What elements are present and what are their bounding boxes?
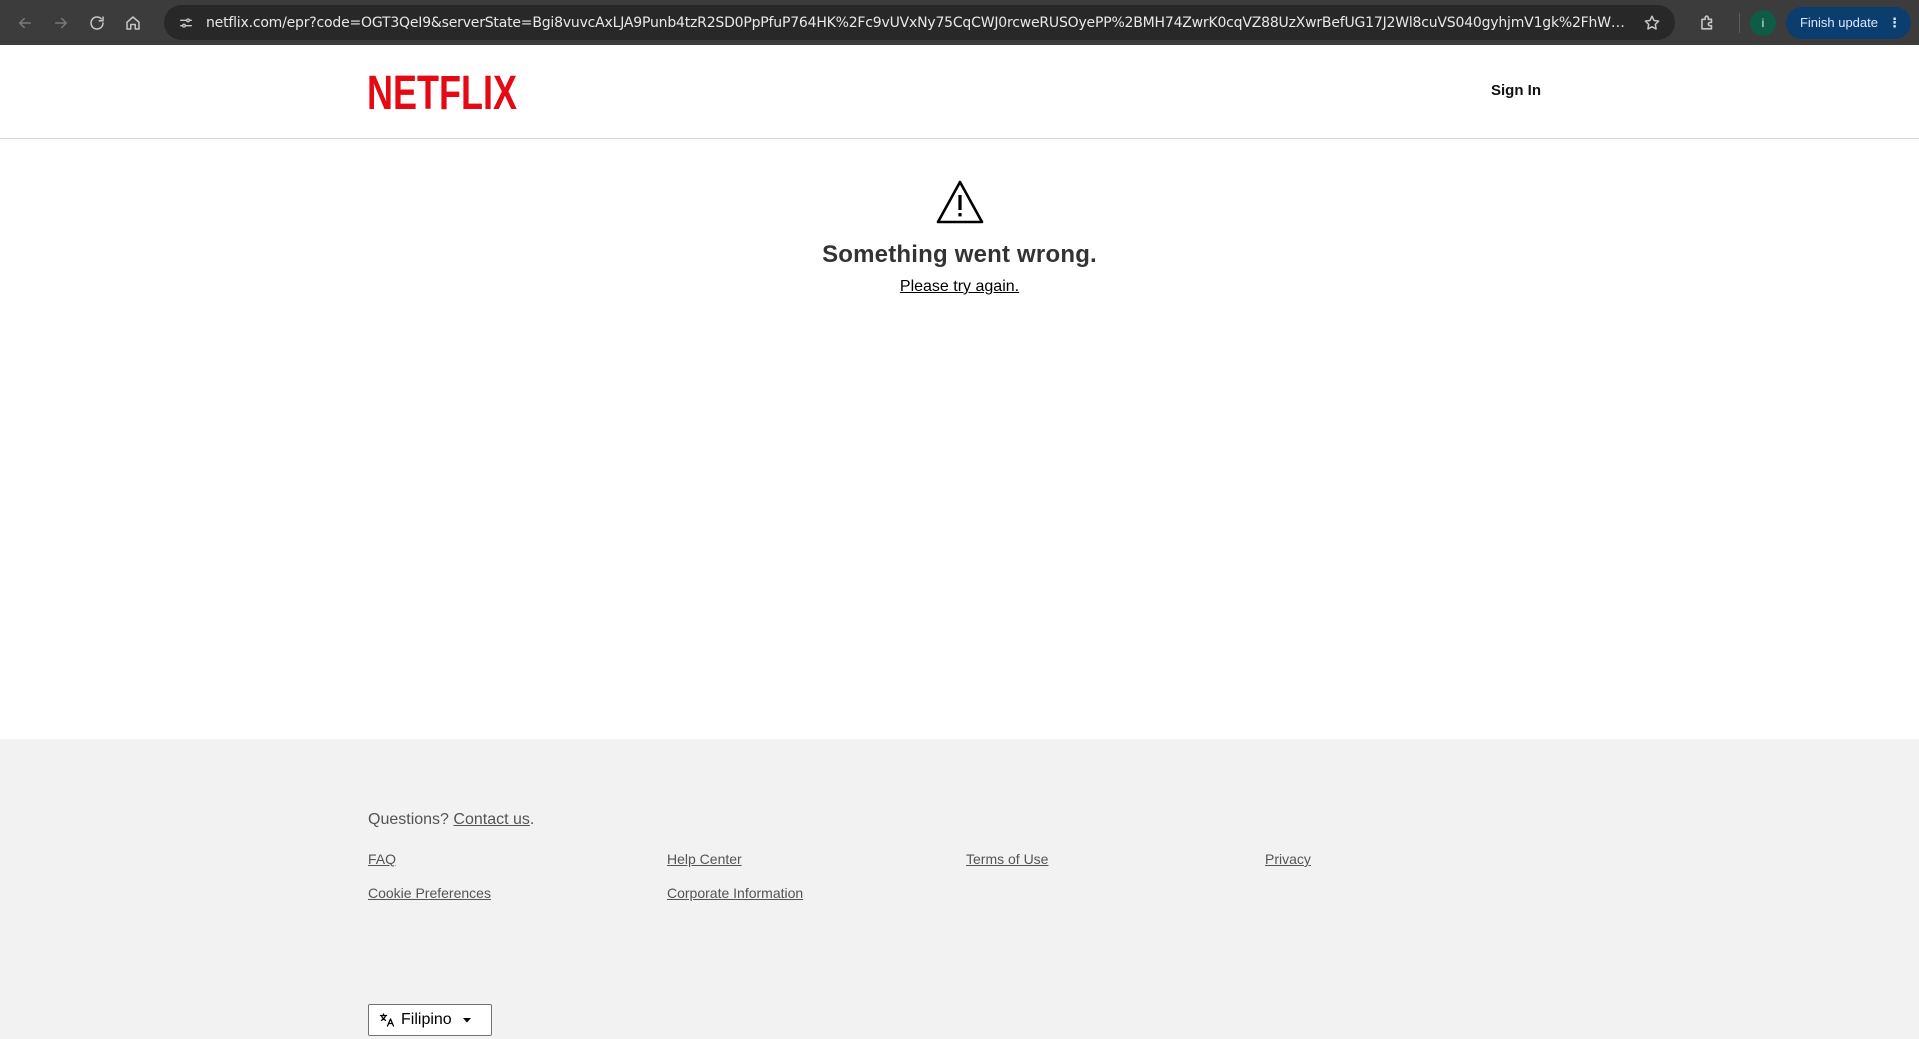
corporate-information-link[interactable]: Corporate Information [667,885,803,901]
url-text[interactable]: netflix.com/epr?code=OGT3QeI9&serverStat… [206,15,1631,31]
site-header: NETFLIX Sign In [0,45,1919,139]
toolbar-divider [1738,12,1740,33]
site-footer: Questions? Contact us. FAQ Help Center T… [0,739,1919,1039]
faq-link[interactable]: FAQ [368,851,396,867]
privacy-link[interactable]: Privacy [1265,851,1311,867]
translate-icon [379,1012,395,1028]
questions-line: Questions? Contact us. [368,811,1568,829]
contact-us-link[interactable]: Contact us [453,811,529,828]
footer-content: Questions? Contact us. FAQ Help Center T… [368,811,1568,1036]
cookie-preferences-link[interactable]: Cookie Preferences [368,885,491,901]
netflix-logo[interactable]: NETFLIX [367,69,517,113]
error-title: Something went wrong. [822,241,1097,268]
retry-link[interactable]: Please try again. [900,278,1019,296]
address-bar[interactable]: netflix.com/epr?code=OGT3QeI9&serverStat… [164,5,1675,40]
language-select[interactable]: Filipino [368,1004,492,1036]
main-content: Something went wrong. Please try again. [0,139,1919,739]
more-menu-icon[interactable]: ⋮ [1888,15,1901,31]
reload-icon[interactable] [82,8,112,38]
error-message: Something went wrong. Please try again. [0,179,1919,296]
sign-in-link[interactable]: Sign In [1491,82,1541,99]
back-arrow-icon[interactable] [10,8,40,38]
browser-toolbar: netflix.com/epr?code=OGT3QeI9&serverStat… [0,0,1919,45]
caret-down-icon [462,1015,472,1025]
language-selected: Filipino [401,1011,452,1028]
star-icon[interactable] [1639,10,1665,36]
forward-arrow-icon[interactable] [46,8,76,38]
help-center-link[interactable]: Help Center [667,851,742,867]
finish-update-label: Finish update [1799,15,1878,30]
terms-of-use-link[interactable]: Terms of Use [966,851,1048,867]
questions-prefix: Questions? [368,811,454,828]
logo-text: NETFLIX [367,69,517,113]
questions-suffix: . [529,811,535,828]
tune-icon[interactable] [176,13,196,33]
finish-update-button[interactable]: Finish update ⋮ [1785,6,1911,39]
warning-triangle-icon [936,180,983,224]
home-icon[interactable] [118,8,148,38]
footer-links: FAQ Help Center Terms of Use Privacy Coo… [368,851,1568,911]
puzzle-icon[interactable] [1693,8,1723,38]
avatar[interactable]: i [1749,9,1776,36]
